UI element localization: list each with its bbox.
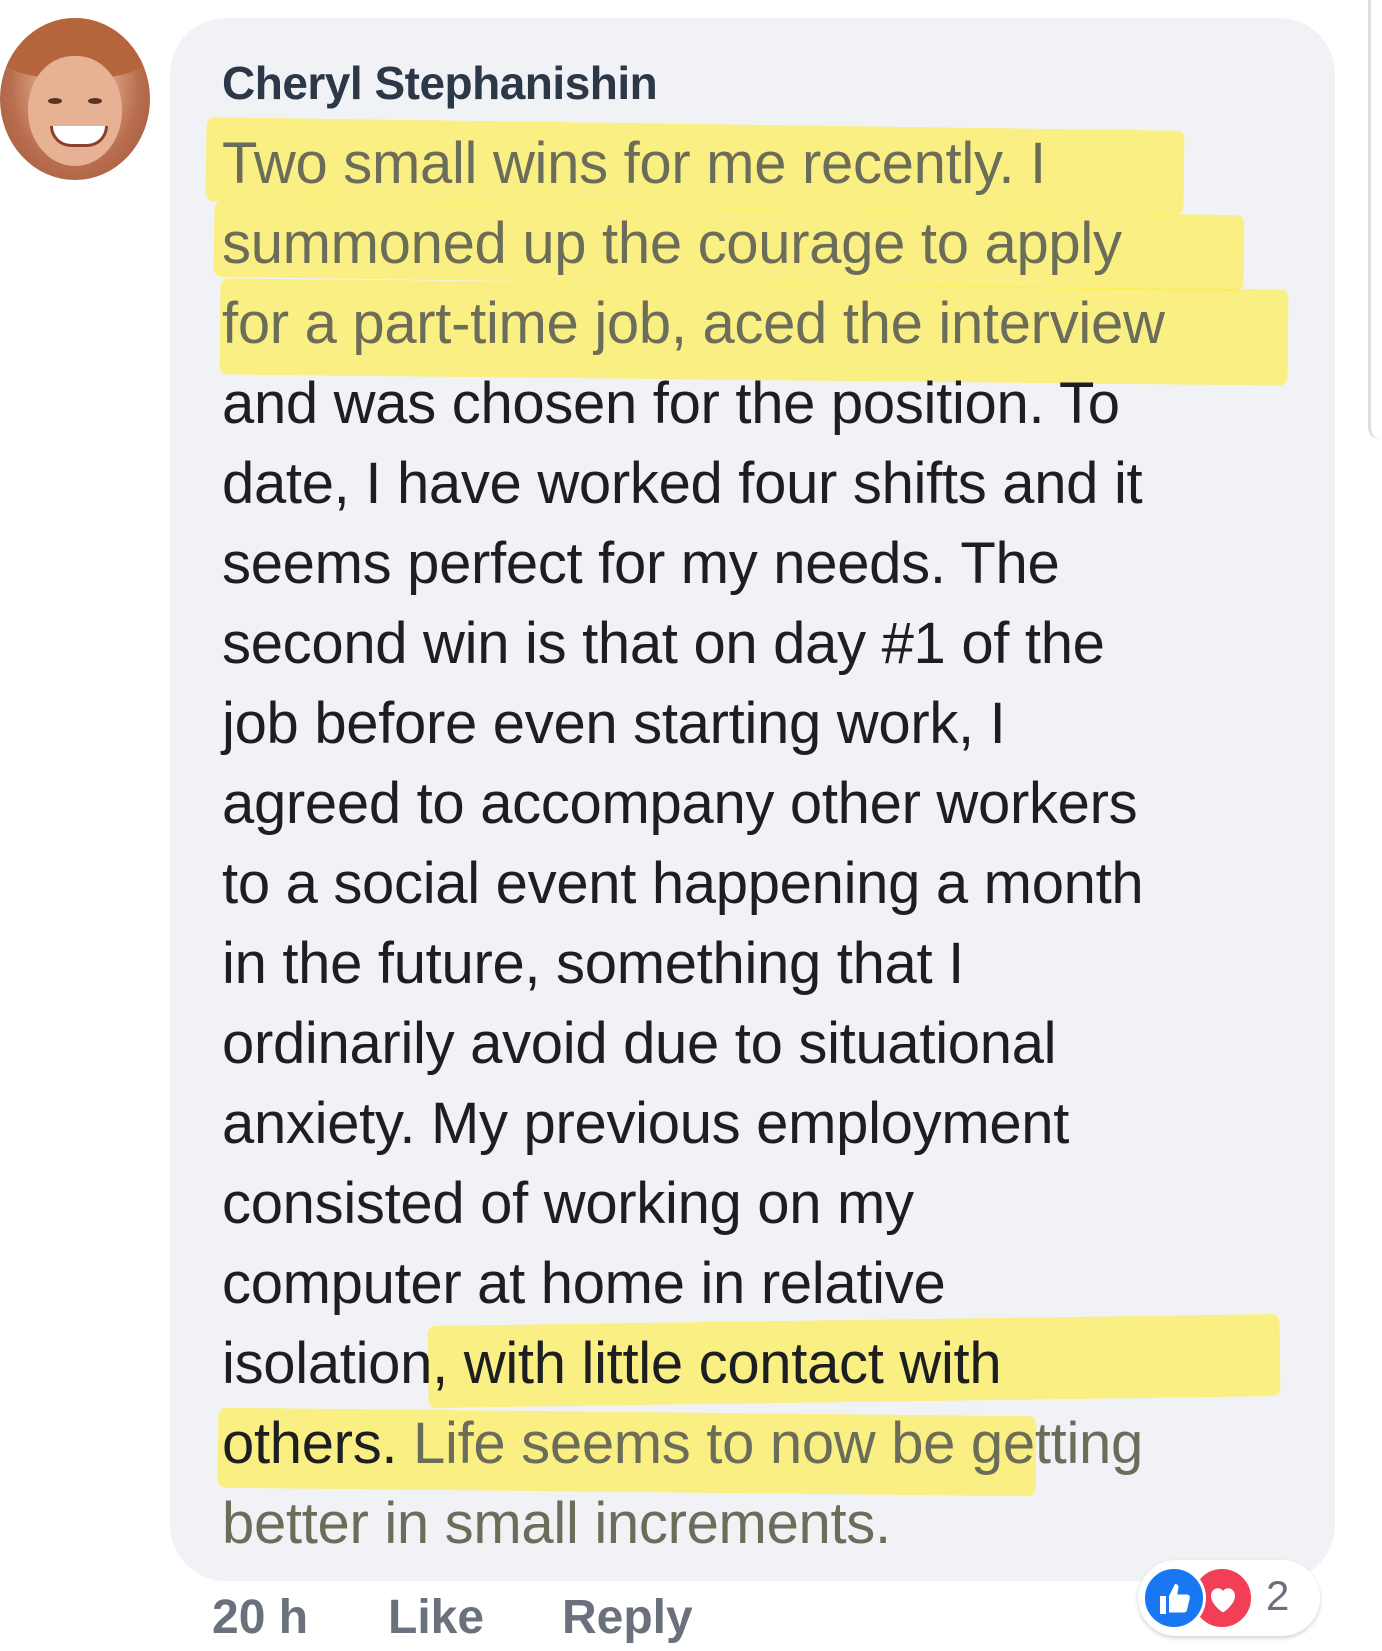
comment-text-segment: for a part-time job, aced the interview — [222, 291, 1165, 356]
like-button[interactable]: Like — [388, 1590, 484, 1645]
comment-line: date, I have worked four shifts and it — [222, 444, 1342, 524]
comment-line: consisted of working on my — [222, 1164, 1342, 1244]
comment-line: computer at home in relative — [222, 1244, 1342, 1324]
reaction-count: 2 — [1266, 1572, 1290, 1619]
timestamp[interactable]: 20 h — [212, 1590, 308, 1645]
comment-author[interactable]: Cheryl Stephanishin — [222, 56, 658, 110]
comment-text-segment: better in small increments. — [222, 1491, 891, 1556]
comment-text-segment: to a social event happening a month — [222, 851, 1144, 916]
comment-text-segment: second win is that on day #1 of the — [222, 611, 1105, 676]
comment-text-segment: isolation, with little contact with — [222, 1331, 1002, 1396]
reaction-summary[interactable]: 2 — [1138, 1560, 1320, 1636]
comment-text-segment: and was chosen for the position. To — [222, 371, 1120, 436]
comment-text-segment: anxiety. My previous employment — [222, 1091, 1070, 1156]
comment-line: Two small wins for me recently. I — [222, 124, 1342, 204]
comment-line: ordinarily avoid due to situational — [222, 1004, 1342, 1084]
comment-text-segment: computer at home in relative — [222, 1251, 946, 1316]
avatar-eye-left — [48, 98, 62, 104]
scrollbar-edge — [1368, 0, 1381, 440]
reply-button[interactable]: Reply — [562, 1590, 693, 1645]
avatar-face — [28, 56, 122, 166]
comment-text-segment: Life seems to now be getting — [413, 1411, 1143, 1476]
avatar[interactable] — [0, 18, 150, 180]
comment-text-segment: in the future, something that I — [222, 931, 964, 996]
comment-line: better in small increments. — [222, 1484, 1342, 1564]
comment-text-segment: seems perfect for my needs. The — [222, 531, 1060, 596]
comment-line: in the future, something that I — [222, 924, 1342, 1004]
avatar-eye-right — [88, 98, 102, 104]
comment-line: for a part-time job, aced the interview — [222, 284, 1342, 364]
comment-text-segment: Two small wins for me recently. I — [222, 131, 1046, 196]
comment-line: agreed to accompany other workers — [222, 764, 1342, 844]
comment-line: job before even starting work, I — [222, 684, 1342, 764]
comment-text-segment: consisted of working on my — [222, 1171, 914, 1236]
comment-line: second win is that on day #1 of the — [222, 604, 1342, 684]
comment-line: isolation, with little contact with — [222, 1324, 1342, 1404]
comment-text-segment: date, I have worked four shifts and it — [222, 451, 1143, 516]
comment-text-segment: others. — [222, 1411, 414, 1476]
comment-line: and was chosen for the position. To — [222, 364, 1342, 444]
comment-text-segment: agreed to accompany other workers — [222, 771, 1138, 836]
comment-line: anxiety. My previous employment — [222, 1084, 1342, 1164]
comment-line: others. Life seems to now be getting — [222, 1404, 1342, 1484]
comment-text-segment: job before even starting work, I — [222, 691, 1006, 756]
comment-line: summoned up the courage to apply — [222, 204, 1342, 284]
comment-text-segment: ordinarily avoid due to situational — [222, 1011, 1057, 1076]
comment-body: Two small wins for me recently. I summone… — [222, 124, 1342, 1564]
comment-line: to a social event happening a month — [222, 844, 1342, 924]
like-icon — [1142, 1566, 1206, 1630]
comment-text-segment: summoned up the courage to apply — [222, 211, 1122, 276]
comment-line: seems perfect for my needs. The — [222, 524, 1342, 604]
